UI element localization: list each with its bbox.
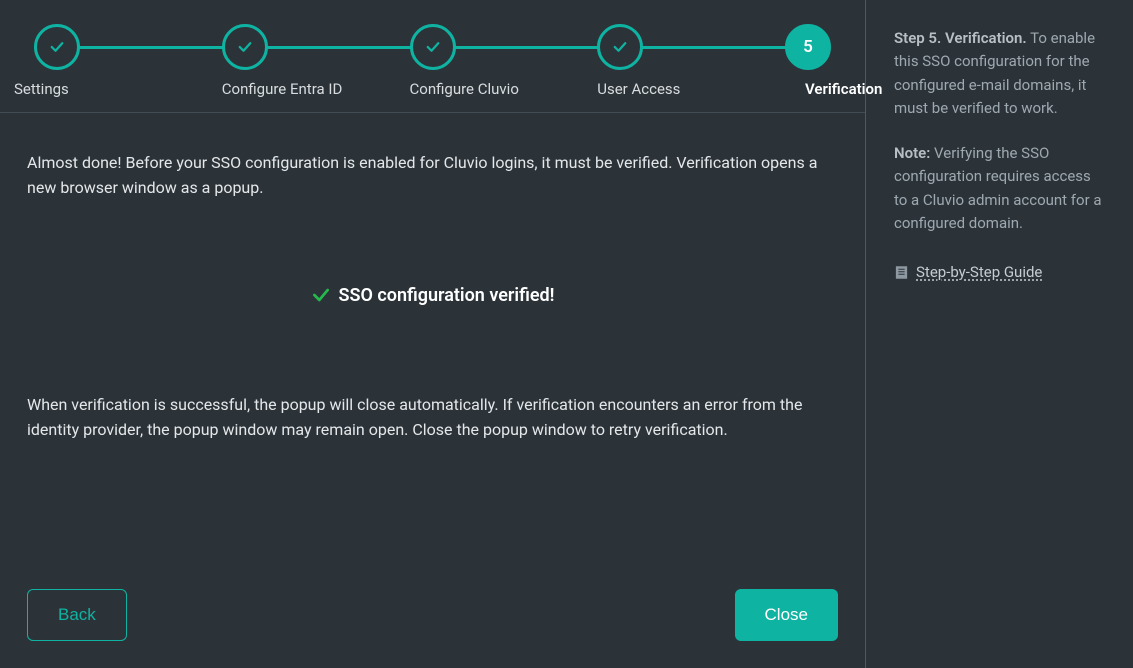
intro-paragraph: Almost done! Before your SSO configurati… [27, 151, 838, 201]
step-label-cluvio: Configure Cluvio [410, 80, 456, 98]
success-check-icon [311, 285, 331, 305]
step-by-step-guide-link[interactable]: Step-by-Step Guide [916, 261, 1042, 284]
step-label-settings: Settings [14, 80, 60, 98]
footer-button-row: Back Close [0, 589, 865, 668]
verification-status-block: SSO configuration verified! [27, 285, 838, 310]
stepper: 5 Settings Configure Entra ID Configure … [0, 0, 865, 113]
step-label-user-access: User Access [597, 80, 643, 98]
help-paragraph-2: Note: Verifying the SSO configuration re… [894, 142, 1105, 235]
check-icon [236, 38, 254, 56]
content-area: Almost done! Before your SSO configurati… [0, 113, 865, 589]
popup-paragraph: When verification is successful, the pop… [27, 393, 838, 443]
main-panel: 5 Settings Configure Entra ID Configure … [0, 0, 866, 668]
step-number: 5 [803, 37, 813, 57]
check-icon [424, 38, 442, 56]
step-cluvio-circle[interactable] [410, 24, 456, 70]
guide-link-row[interactable]: Step-by-Step Guide [894, 261, 1105, 284]
help-note-heading: Note: [894, 144, 930, 162]
step-entra-circle[interactable] [222, 24, 268, 70]
help-step-heading: Step 5. Verification. [894, 29, 1027, 47]
side-help-panel: Step 5. Verification. To enable this SSO… [866, 0, 1133, 668]
book-icon [894, 265, 909, 280]
step-settings-circle[interactable] [34, 24, 80, 70]
back-button[interactable]: Back [27, 589, 127, 641]
close-button[interactable]: Close [735, 589, 838, 641]
help-paragraph-1: Step 5. Verification. To enable this SSO… [894, 27, 1105, 120]
check-icon [611, 38, 629, 56]
check-icon [48, 38, 66, 56]
step-label-verification: Verification [805, 80, 851, 98]
step-verification-circle[interactable]: 5 [785, 24, 831, 70]
verification-status-text: SSO configuration verified! [339, 285, 555, 306]
step-user-access-circle[interactable] [597, 24, 643, 70]
step-label-entra: Configure Entra ID [222, 80, 268, 98]
